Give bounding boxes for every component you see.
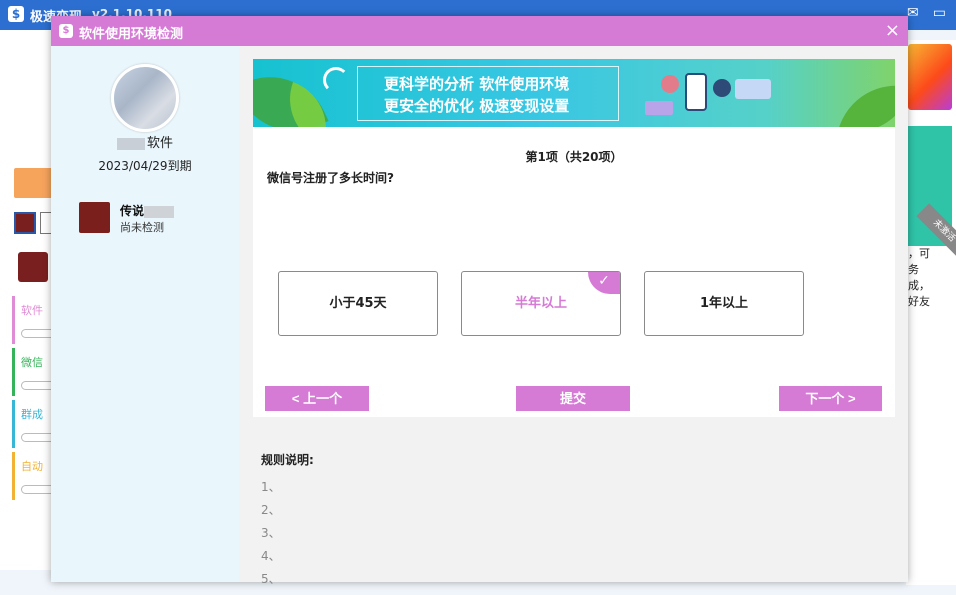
wechat-account-item[interactable]: 传说 尚未检测: [79, 202, 229, 236]
rule-item: 2、: [261, 503, 281, 517]
environment-check-dialog: $ 软件使用环境检测 × 软件 2023/04/29到期 传说 尚未检测 更科学…: [51, 16, 908, 586]
dialog-titlebar: $ 软件使用环境检测 ×: [51, 16, 908, 46]
dialog-content: 更科学的分析 软件使用环境 更安全的优化 极速变现设置 第1项（共20项） 微信…: [239, 46, 908, 586]
software-avatar: [111, 64, 179, 132]
rule-item: 3、: [261, 526, 281, 540]
message-illustration: [645, 101, 673, 115]
software-name-label: 软件: [146, 136, 173, 151]
redacted-text: [116, 137, 145, 150]
close-icon[interactable]: ×: [885, 20, 900, 41]
phone-illustration: [685, 73, 707, 111]
redacted-text: [144, 205, 175, 218]
wechat-name-label: 传说: [120, 204, 145, 218]
titlebar-icons: ✉ ▭: [907, 5, 946, 21]
text-line: 成，: [908, 279, 930, 292]
option-over-half-year[interactable]: 半年以上 ✓: [461, 271, 621, 336]
rules-title: 规则说明:: [261, 453, 314, 467]
rule-item: 4、: [261, 549, 281, 563]
banner-text-box: 更科学的分析 软件使用环境 更安全的优化 极速变现设置: [357, 66, 619, 121]
option-over-one-year[interactable]: 1年以上: [644, 271, 804, 336]
main-right-panel: 未激活 ，可 务 成， 好友: [906, 40, 956, 585]
bg-module-item[interactable]: 群成: [12, 400, 57, 448]
banner-line-2: 更安全的优化 极速变现设置: [384, 97, 570, 115]
check-icon: ✓: [588, 272, 620, 294]
wechat-check-status: 尚未检测: [120, 221, 164, 234]
bg-module-label: 软件: [21, 304, 43, 317]
wechat-name: 传说: [120, 202, 175, 219]
bg-module-label: 微信: [21, 356, 43, 369]
question-panel: 第1项（共20项） 微信号注册了多长时间? 小于45天 半年以上 ✓ 1年以上 …: [253, 127, 895, 417]
next-button[interactable]: 下一个 >: [779, 386, 882, 411]
dialog-logo-icon: $: [59, 24, 73, 38]
chat-bubble-illustration: [735, 79, 771, 99]
rule-item: 1、: [261, 480, 281, 494]
dialog-title: 软件使用环境检测: [79, 27, 184, 42]
rule-item: 5、: [261, 572, 281, 586]
current-account-avatar[interactable]: [18, 252, 48, 282]
bg-module-label: 自动: [21, 460, 43, 473]
leaf-decoration: [838, 72, 895, 127]
text-line: 好友: [908, 295, 930, 308]
prev-button[interactable]: < 上一个: [265, 386, 369, 411]
ring-decoration: [323, 67, 349, 93]
bg-module-label: 群成: [21, 408, 43, 421]
banner-line-1: 更科学的分析 软件使用环境: [384, 75, 570, 93]
question-progress: 第1项（共20项）: [525, 150, 623, 164]
bg-module-item[interactable]: 微信: [12, 348, 57, 396]
option-label: 小于45天: [329, 296, 387, 311]
question-text: 微信号注册了多长时间?: [267, 171, 394, 185]
option-label: 1年以上: [699, 296, 749, 311]
text-line: ，可: [908, 247, 930, 260]
option-less-than-45-days[interactable]: 小于45天: [278, 271, 438, 336]
software-name: 软件: [51, 132, 239, 151]
option-label: 半年以上: [514, 296, 567, 311]
minimize-icon[interactable]: ▭: [933, 5, 946, 21]
dialog-sidebar: 软件 2023/04/29到期 传说 尚未检测: [51, 46, 239, 582]
bg-module-item[interactable]: 自动: [12, 452, 57, 500]
mail-icon[interactable]: ✉: [907, 5, 919, 21]
activation-banner[interactable]: 未激活: [906, 126, 956, 259]
promo-icon[interactable]: [14, 168, 54, 198]
right-panel-text: ，可 务 成， 好友: [908, 246, 930, 310]
banner-image: 更科学的分析 软件使用环境 更安全的优化 极速变现设置: [253, 59, 895, 127]
expire-date: 2023/04/29到期: [98, 159, 192, 173]
submit-button[interactable]: 提交: [516, 386, 630, 411]
bg-module-item[interactable]: 软件: [12, 296, 57, 344]
text-line: 务: [908, 263, 919, 276]
person-illustration: [713, 79, 731, 97]
account-avatar-thumb[interactable]: [14, 212, 36, 234]
rules-section: 规则说明: 1、 2、 3、 4、 5、: [261, 451, 314, 591]
wechat-avatar: [79, 202, 110, 233]
person-illustration: [661, 75, 679, 93]
promo-image[interactable]: [908, 44, 952, 110]
app-logo-icon: $: [8, 6, 24, 22]
